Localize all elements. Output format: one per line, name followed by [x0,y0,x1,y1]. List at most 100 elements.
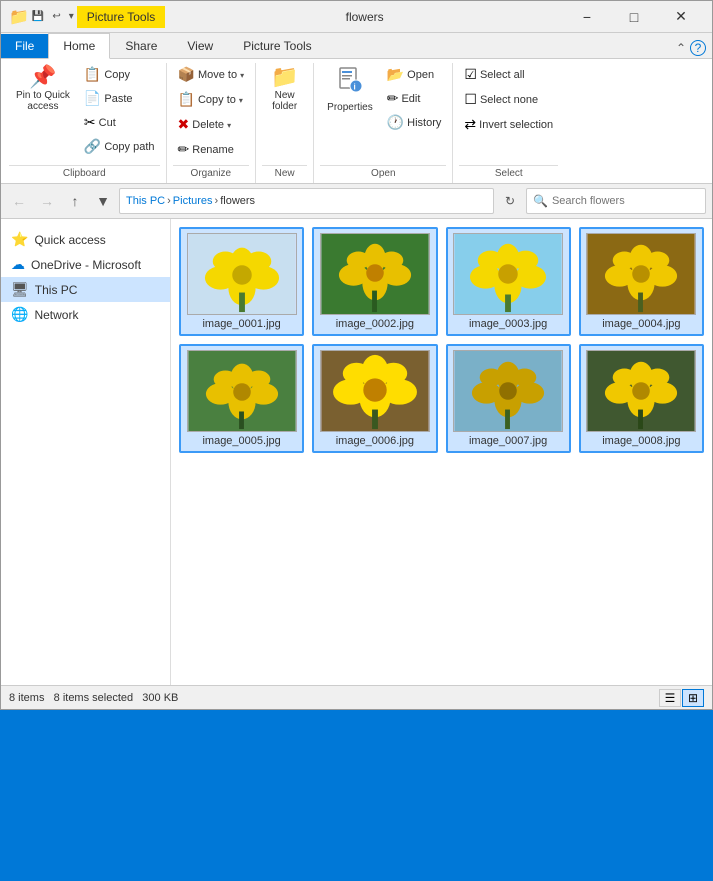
file-name: image_0008.jpg [602,435,680,447]
delete-icon: ✖ [178,116,190,133]
file-item[interactable]: image_0003.jpg [446,227,571,336]
breadcrumb-pictures[interactable]: Pictures [173,195,213,207]
pin-icon: 📌 [29,66,56,88]
window-controls: − □ ✕ [564,3,704,31]
move-to-button[interactable]: 📦 Move to ▾ [173,63,250,86]
file-name: image_0004.jpg [602,318,680,330]
ribbon: 📌 Pin to Quickaccess 📋 Copy 📄 Paste ✂ Cu… [1,59,712,184]
back-button[interactable]: ← [7,189,31,213]
new-folder-button[interactable]: 📁 Newfolder [262,63,307,115]
properties-icon: i [336,66,364,100]
file-item[interactable]: image_0002.jpg [312,227,437,336]
select-all-button[interactable]: ☑ Select all [459,63,558,86]
file-name: image_0001.jpg [202,318,280,330]
file-name: image_0003.jpg [469,318,547,330]
edit-icon: ✏ [387,90,399,107]
paste-button[interactable]: 📄 Paste [79,87,160,110]
file-thumbnail [320,233,430,315]
delete-button[interactable]: ✖ Delete ▾ [173,113,250,136]
title-bar: 📁 💾 ↩ ▾ Picture Tools flowers − □ ✕ [1,1,712,33]
file-item[interactable]: image_0006.jpg [312,344,437,453]
file-thumbnail [187,350,297,432]
file-item[interactable]: image_0008.jpg [579,344,704,453]
file-item[interactable]: image_0007.jpg [446,344,571,453]
open-button[interactable]: 📂 Open [382,63,447,86]
file-name: image_0007.jpg [469,435,547,447]
search-icon: 🔍 [533,194,548,208]
copy-icon: 📋 [84,66,101,83]
details-view-button[interactable]: ☰ [659,689,681,707]
qat-undo[interactable]: ↩ [49,9,63,24]
history-icon: 🕐 [387,114,404,131]
file-thumbnail [586,350,696,432]
open-icon: 📂 [387,66,404,83]
breadcrumb-flowers[interactable]: flowers [220,195,255,207]
sidebar-item-network[interactable]: 🌐 Network [1,302,170,327]
qat-save[interactable]: 💾 [29,9,47,24]
file-item[interactable]: image_0004.jpg [579,227,704,336]
breadcrumb-pc[interactable]: This PC [126,195,165,207]
qat-dropdown[interactable]: ▾ [66,9,77,24]
copy-to-button[interactable]: 📋 Copy to ▾ [173,88,250,111]
select-none-button[interactable]: ☐ Select none [459,88,558,111]
file-area: ⭐ Quick access ☁ OneDrive - Microsoft 🖥 … [1,219,712,685]
tab-file[interactable]: File [1,34,48,58]
rename-icon: ✏ [178,141,190,158]
history-button[interactable]: 🕐 History [382,111,447,134]
ribbon-group-clipboard: 📌 Pin to Quickaccess 📋 Copy 📄 Paste ✂ Cu… [3,63,167,183]
help-button[interactable]: ? [690,40,706,56]
file-name: image_0005.jpg [202,435,280,447]
file-thumbnail [453,233,563,315]
manage-tab-title: Picture Tools [77,6,165,28]
pin-to-quick-access-button[interactable]: 📌 Pin to Quickaccess [9,63,77,115]
view-toggle-buttons: ☰ ⊞ [659,689,704,707]
quick-access-icon: ⭐ [11,231,28,248]
search-input[interactable] [552,195,682,207]
copy-path-button[interactable]: 🔗 Copy path [79,135,160,158]
close-button[interactable]: ✕ [658,3,704,31]
edit-button[interactable]: ✏ Edit [382,87,447,110]
sidebar: ⭐ Quick access ☁ OneDrive - Microsoft 🖥 … [1,219,171,685]
forward-button[interactable]: → [35,189,59,213]
sidebar-item-this-pc[interactable]: 🖥 This PC [1,277,170,302]
select-all-icon: ☑ [464,66,477,83]
large-icons-view-button[interactable]: ⊞ [682,689,704,707]
recent-locations-button[interactable]: ▼ [91,189,115,213]
invert-selection-button[interactable]: ⇄ Invert selection [459,113,558,136]
window-title: flowers [165,10,564,24]
address-bar: ← → ↑ ▼ This PC › Pictures › flowers ↻ 🔍 [1,184,712,219]
ribbon-group-select: ☑ Select all ☐ Select none ⇄ Invert sele… [453,63,564,183]
file-thumbnail [320,350,430,432]
onedrive-icon: ☁ [11,256,25,273]
breadcrumb: This PC › Pictures › flowers [119,188,494,214]
tab-picture-tools[interactable]: Picture Tools [228,33,326,59]
tab-share[interactable]: Share [110,33,172,59]
sidebar-item-onedrive[interactable]: ☁ OneDrive - Microsoft [1,252,170,277]
file-item[interactable]: image_0005.jpg [179,344,304,453]
cut-icon: ✂ [84,114,96,131]
status-bar: 8 items 8 items selected 300 KB ☰ ⊞ [1,685,712,709]
properties-button[interactable]: i Properties [320,63,380,116]
copy-button[interactable]: 📋 Copy [79,63,160,86]
tab-view[interactable]: View [172,33,228,59]
ribbon-group-new: 📁 Newfolder New [256,63,314,183]
explorer-window: 📁 💾 ↩ ▾ Picture Tools flowers − □ ✕ File… [0,0,713,710]
tab-home[interactable]: Home [48,33,110,59]
copy-path-icon: 🔗 [84,138,101,155]
clipboard-small-buttons: 📋 Copy 📄 Paste ✂ Cut 🔗 Copy path [79,63,160,158]
minimize-button[interactable]: − [564,3,610,31]
file-item[interactable]: image_0001.jpg [179,227,304,336]
ribbon-group-organize: 📦 Move to ▾ 📋 Copy to ▾ ✖ Delete ▾ ✏ Ren… [167,63,257,183]
search-box[interactable]: 🔍 [526,188,706,214]
file-thumbnail [586,233,696,315]
ribbon-collapse-button[interactable]: ⌃ [676,41,686,55]
cut-button[interactable]: ✂ Cut [79,111,160,134]
main-content: image_0001.jpg [171,219,712,685]
sidebar-item-quick-access[interactable]: ⭐ Quick access [1,227,170,252]
up-button[interactable]: ↑ [63,189,87,213]
maximize-button[interactable]: □ [611,3,657,31]
invert-icon: ⇄ [464,116,476,133]
rename-button[interactable]: ✏ Rename [173,138,250,161]
quick-access-toolbar: 💾 ↩ ▾ [29,9,77,24]
refresh-button[interactable]: ↻ [498,189,522,213]
